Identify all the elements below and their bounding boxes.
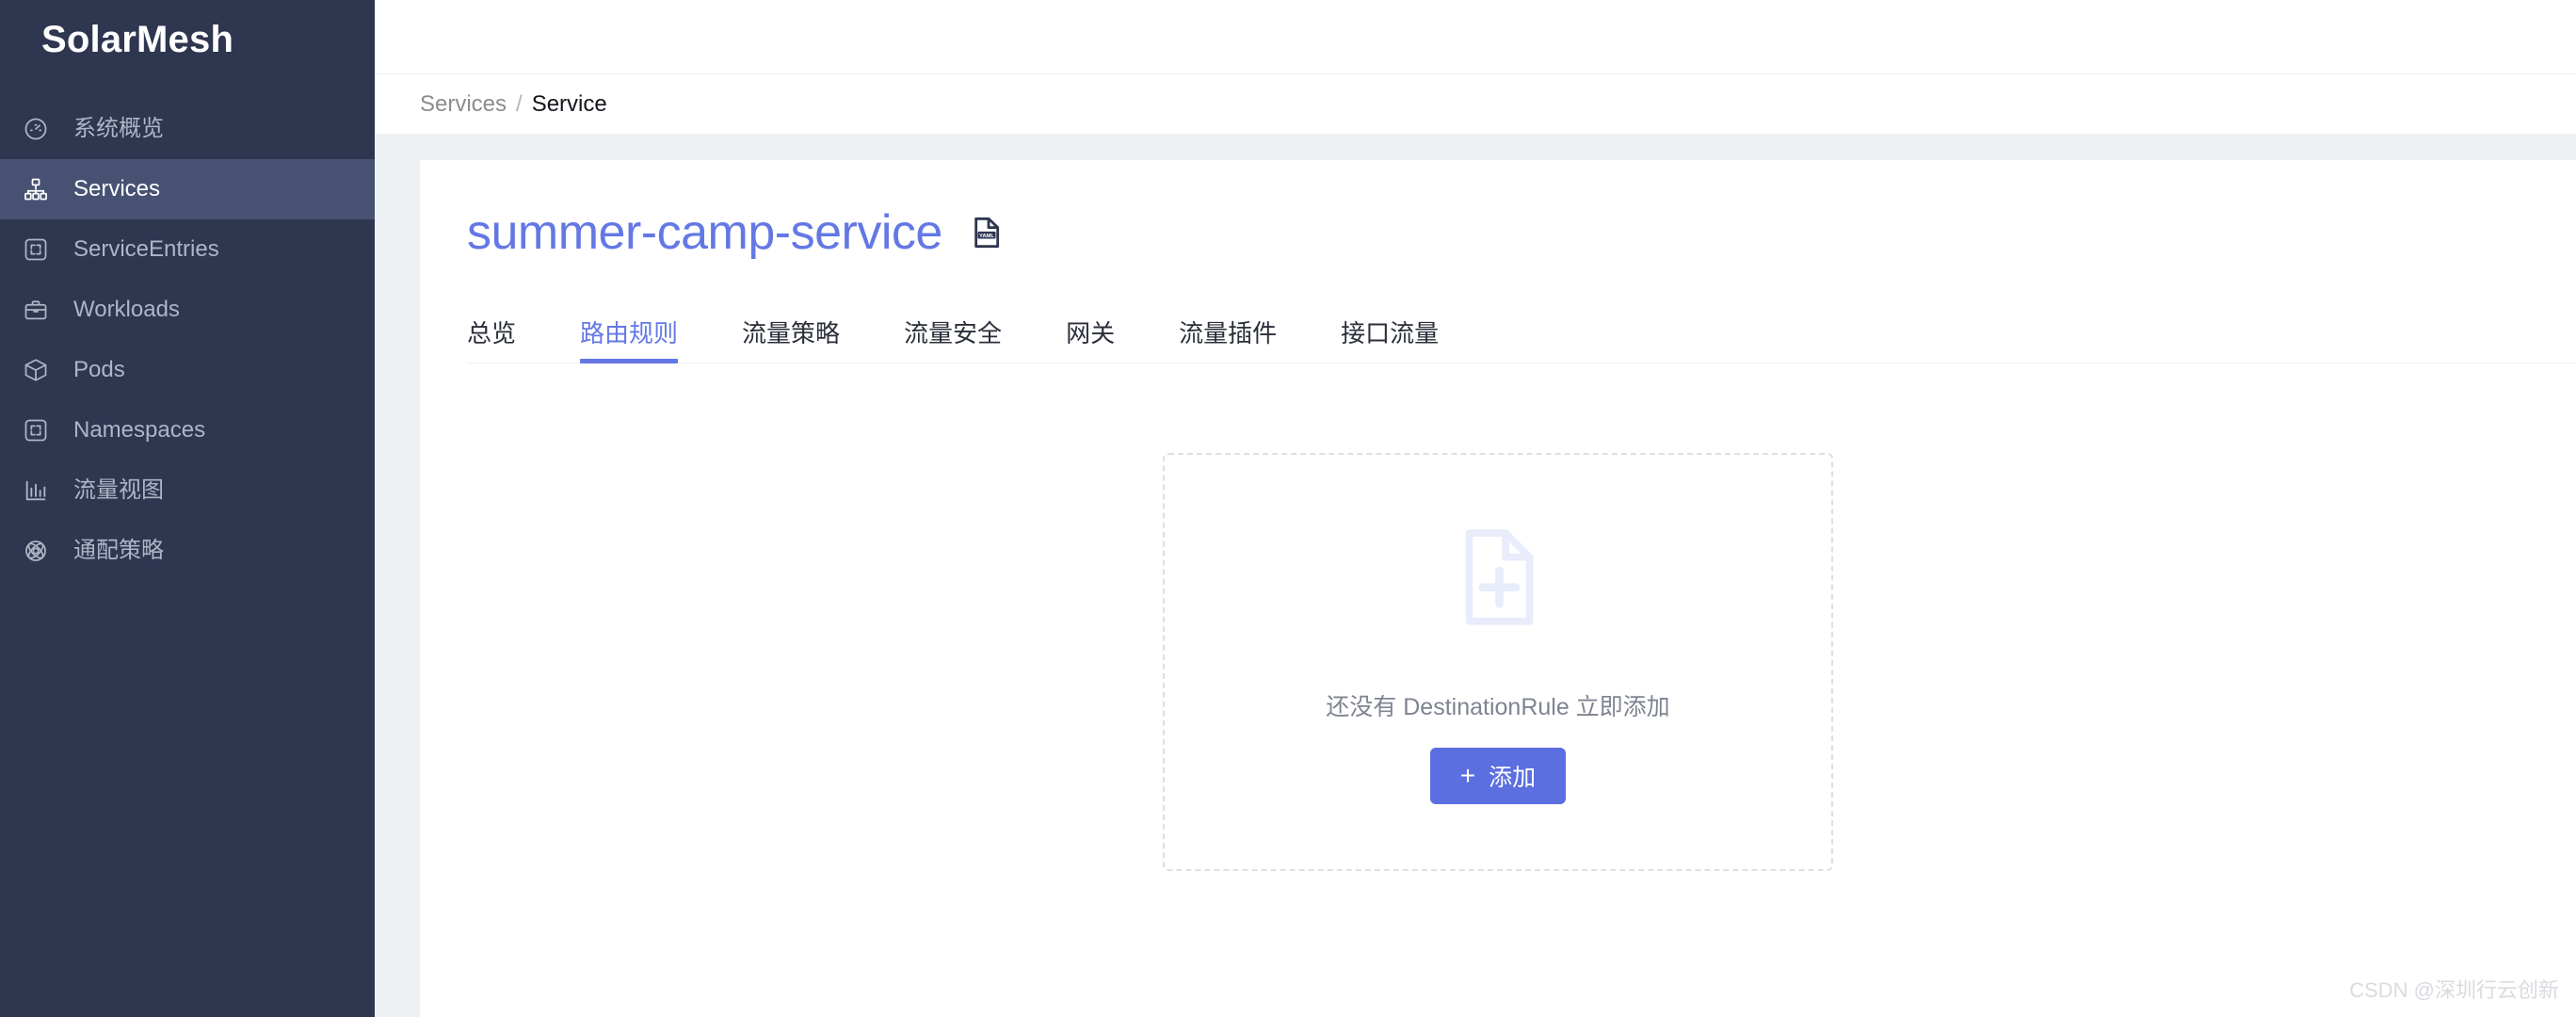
add-destinationrule-button[interactable]: + 添加 <box>1429 748 1567 804</box>
sidebar-item-pods[interactable]: Pods <box>0 340 375 400</box>
sidebar-item-label: 流量视图 <box>73 477 164 503</box>
sidebar-item-label: 系统概览 <box>73 116 164 141</box>
bar-chart-icon <box>15 470 56 511</box>
sidebar-item-label: Workloads <box>73 297 180 322</box>
top-header-bar <box>375 0 2576 74</box>
sidebar-item-serviceentries[interactable]: ServiceEntries <box>0 219 375 280</box>
brand-logo[interactable]: SolarMesh <box>0 0 375 80</box>
dashed-square-icon <box>15 410 56 451</box>
sidebar-item-traffic-view[interactable]: 流量视图 <box>0 460 375 521</box>
plus-icon: + <box>1459 761 1476 790</box>
sidebar-item-label: ServiceEntries <box>73 236 219 262</box>
empty-state-wrapper: 还没有 DestinationRule 立即添加 + 添加 <box>467 363 2576 871</box>
svg-text:YAML: YAML <box>979 234 994 239</box>
main-region: Services / Service summer-camp-service Y… <box>375 0 2576 1017</box>
page-title[interactable]: summer-camp-service <box>467 208 942 257</box>
tab-bar: 总览 路由规则 流量策略 流量安全 网关 流量插件 接口流量 <box>467 305 2576 363</box>
dashed-square-icon <box>15 229 56 270</box>
empty-state-message: 还没有 DestinationRule 立即添加 <box>1326 694 1670 720</box>
empty-state-card: 还没有 DestinationRule 立即添加 + 添加 <box>1163 453 1833 871</box>
briefcase-icon <box>15 289 56 331</box>
breadcrumb-parent-link[interactable]: Services <box>420 91 507 118</box>
tab-traffic-security[interactable]: 流量安全 <box>904 321 1002 363</box>
title-row: summer-camp-service YAML <box>467 202 2576 264</box>
dashboard-icon <box>15 108 56 150</box>
sidebar-item-namespaces[interactable]: Namespaces <box>0 400 375 460</box>
sidebar-item-services[interactable]: Services <box>0 159 375 219</box>
brand-name: SolarMesh <box>41 19 234 60</box>
sidebar-item-label: Pods <box>73 357 125 382</box>
tab-overview[interactable]: 总览 <box>467 321 516 363</box>
tab-interface-traffic[interactable]: 接口流量 <box>1341 321 1439 363</box>
breadcrumb: Services / Service <box>375 74 2576 135</box>
sidebar-item-workloads[interactable]: Workloads <box>0 280 375 340</box>
sidebar-item-label: Services <box>73 176 161 202</box>
tab-traffic-policy[interactable]: 流量策略 <box>742 321 840 363</box>
content-area: summer-camp-service YAML 总览 路由规则 流量策略 流量… <box>375 135 2576 1017</box>
atom-icon <box>15 530 56 572</box>
tab-route-rules[interactable]: 路由规则 <box>580 321 679 363</box>
add-button-label: 添加 <box>1489 765 1537 791</box>
breadcrumb-current: Service <box>531 90 607 117</box>
sidebar-item-label: 通配策略 <box>73 538 164 563</box>
sidebar: SolarMesh 系统概览 Services ServiceEntries W… <box>0 0 375 1017</box>
breadcrumb-separator: / <box>516 90 523 117</box>
tab-traffic-plugin[interactable]: 流量插件 <box>1179 321 1277 363</box>
tab-gateway[interactable]: 网关 <box>1066 321 1115 363</box>
page-card: summer-camp-service YAML 总览 路由规则 流量策略 流量… <box>420 160 2576 1017</box>
app-root: SolarMesh 系统概览 Services ServiceEntries W… <box>0 0 2576 1017</box>
sidebar-item-overview[interactable]: 系统概览 <box>0 99 375 159</box>
cube-icon <box>15 349 56 391</box>
sidebar-item-wildcard-policy[interactable]: 通配策略 <box>0 521 375 581</box>
file-plus-icon <box>1441 520 1555 639</box>
sidebar-nav: 系统概览 Services ServiceEntries Workloads P… <box>0 99 375 581</box>
sidebar-item-label: Namespaces <box>73 417 206 443</box>
watermark: CSDN @深圳行云创新 <box>2349 978 2559 1002</box>
yaml-file-icon[interactable]: YAML <box>967 213 1006 252</box>
sitemap-icon <box>15 169 56 210</box>
